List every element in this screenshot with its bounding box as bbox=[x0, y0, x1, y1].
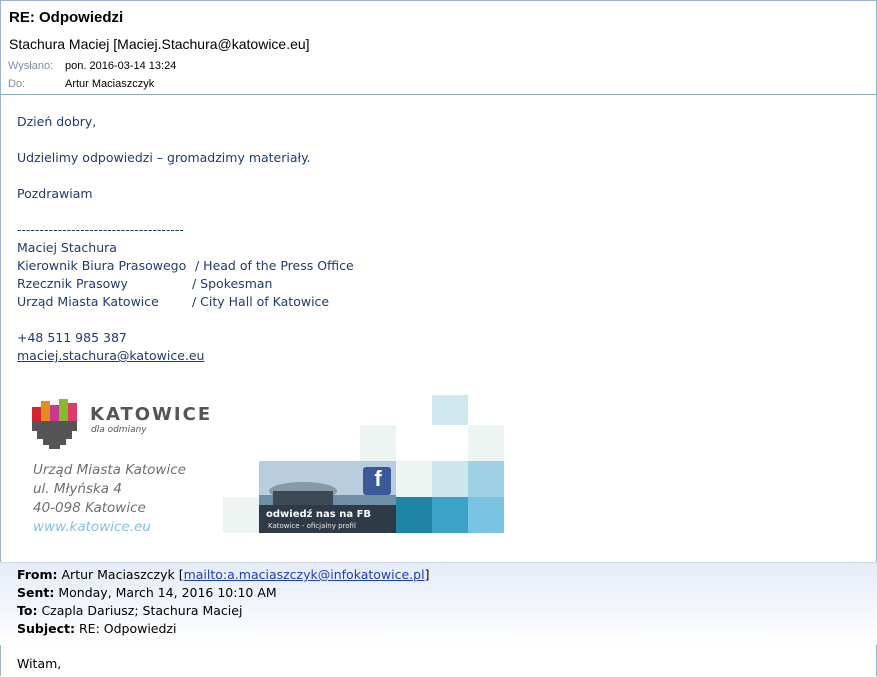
email-header: RE: Odpowiedzi Stachura Maciej [Maciej.S… bbox=[0, 0, 877, 95]
quoted-from-label: From: bbox=[17, 567, 58, 582]
signature-title-pl: Urząd Miasta Katowice bbox=[17, 294, 159, 309]
address-city: 40-098 Katowice bbox=[33, 500, 146, 516]
signature-title-en: / City Hall of Katowice bbox=[192, 294, 330, 309]
signature-divider: ------------------------------------- bbox=[17, 222, 184, 237]
address-street: ul. Młyńska 4 bbox=[33, 481, 122, 497]
quoted-greeting: Witam, bbox=[17, 656, 62, 671]
quoted-sent-value: Monday, March 14, 2016 10:10 AM bbox=[58, 585, 277, 600]
quoted-sent-label: Sent: bbox=[17, 585, 55, 600]
greeting: Dzień dobry, bbox=[17, 114, 97, 129]
fb-promo-title: odwiedź nas na FB bbox=[266, 509, 372, 520]
logo-tagline: dla odmiany bbox=[91, 425, 147, 435]
signature-title-pl: Kierownik Biura Prasowego bbox=[17, 258, 187, 273]
quoted-subject: Subject: RE: Odpowiedzi bbox=[17, 621, 176, 636]
signature-row: Urząd Miasta Katowice / City Hall of Kat… bbox=[17, 294, 329, 309]
signature-email-link[interactable]: maciej.stachura@katowice.eu bbox=[17, 348, 204, 363]
signature-row: Rzecznik Prasowy / Spokesman bbox=[17, 276, 272, 291]
quoted-from-name: Artur Maciaszczyk bbox=[61, 567, 175, 582]
address-office: Urząd Miasta Katowice bbox=[33, 462, 186, 478]
message-text: Udzielimy odpowiedzi – gromadzimy materi… bbox=[17, 150, 311, 165]
fb-promo-subtitle: Katowice - oficjalny profil bbox=[268, 522, 356, 530]
quoted-from-mailto-link[interactable]: mailto:a.maciaszczyk@infokatowice.pl bbox=[184, 567, 425, 582]
to-label: Do: bbox=[8, 78, 26, 90]
logo-name: KATOWICE bbox=[90, 404, 213, 425]
quoted-sent: Sent: Monday, March 14, 2016 10:10 AM bbox=[17, 585, 277, 600]
quoted-from: From: Artur Maciaszczyk [mailto:a.macias… bbox=[17, 567, 430, 582]
quoted-to: To: Czapla Dariusz; Stachura Maciej bbox=[17, 603, 242, 618]
sent-value: pon. 2016-03-14 13:24 bbox=[65, 60, 177, 72]
email-sender[interactable]: Stachura Maciej [Maciej.Stachura@katowic… bbox=[9, 36, 310, 52]
quoted-subject-label: Subject: bbox=[17, 621, 75, 636]
email-subject: RE: Odpowiedzi bbox=[9, 9, 124, 26]
facebook-icon[interactable]: f bbox=[367, 466, 389, 492]
katowice-logo-icon bbox=[32, 399, 77, 449]
signature-title-en: / Head of the Press Office bbox=[195, 258, 354, 273]
quoted-to-label: To: bbox=[17, 603, 38, 618]
closing: Pozdrawiam bbox=[17, 186, 93, 201]
address-website[interactable]: www.katowice.eu bbox=[33, 519, 151, 535]
signature-title-en: / Spokesman bbox=[192, 276, 273, 291]
signature-phone: +48 511 985 387 bbox=[17, 330, 127, 345]
quoted-subject-value: RE: Odpowiedzi bbox=[78, 621, 177, 636]
signature-title-pl: Rzecznik Prasowy bbox=[17, 276, 128, 291]
sent-label: Wysłano: bbox=[8, 60, 54, 72]
signature-row: Kierownik Biura Prasowego / Head of the … bbox=[17, 258, 354, 273]
signature-name: Maciej Stachura bbox=[17, 240, 117, 255]
signature-email-row: maciej.stachura@katowice.eu bbox=[17, 348, 204, 363]
to-value[interactable]: Artur Maciaszczyk bbox=[65, 78, 154, 90]
quoted-to-value: Czapla Dariusz; Stachura Maciej bbox=[41, 603, 243, 618]
